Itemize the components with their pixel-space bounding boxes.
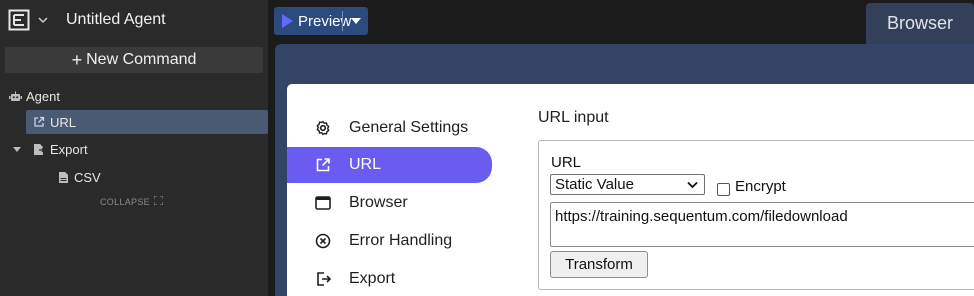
menu-item-general-settings[interactable]: General Settings [287, 110, 492, 146]
external-link-icon [314, 156, 332, 174]
menu-item-export[interactable]: Export [287, 261, 492, 296]
menu-item-label: URL [349, 156, 382, 173]
caret-down-icon[interactable] [10, 143, 24, 157]
preview-split-button: Preview [274, 7, 368, 35]
collapse-button[interactable]: COLLAPSE [100, 195, 164, 207]
robot-icon [8, 90, 22, 104]
tree-item-csv[interactable]: CSV [56, 170, 101, 185]
chevron-down-icon[interactable] [38, 13, 48, 27]
menu-item-label: General Settings [349, 119, 469, 136]
encrypt-label: Encrypt [735, 178, 786, 195]
tree-item-label: Agent [26, 89, 60, 104]
tree-item-agent[interactable]: Agent [8, 89, 60, 104]
csv-file-icon [56, 171, 70, 185]
tree-item-label: CSV [74, 170, 101, 185]
tree-item-url[interactable]: URL [26, 110, 268, 134]
external-link-icon [32, 115, 46, 129]
preview-button[interactable]: Preview [274, 7, 351, 35]
window-icon [314, 194, 332, 212]
value-type-selected: Static Value [555, 176, 634, 193]
preview-dropdown-button[interactable] [343, 18, 368, 24]
chevron-down-icon [687, 181, 698, 189]
menu-item-browser[interactable]: Browser [287, 185, 492, 221]
caret-down-icon [350, 18, 361, 24]
menu-item-url[interactable]: URL [287, 147, 492, 183]
url-input-box: URL Static Value Encrypt https://trainin… [538, 140, 974, 290]
top-bar: Preview Browser [268, 0, 974, 44]
menu-item-label: Error Handling [349, 232, 453, 249]
settings-menu: General Settings URL Browser Error Handl… [287, 84, 492, 296]
url-textarea[interactable]: https://training.sequentum.com/filedownl… [550, 202, 974, 247]
circle-x-icon [314, 232, 332, 250]
collapse-label: COLLAPSE [100, 196, 150, 207]
sidebar-header: Untitled Agent [0, 0, 268, 40]
transform-button[interactable]: Transform [550, 251, 648, 278]
agent-title[interactable]: Untitled Agent [66, 11, 166, 29]
menu-item-label: Browser [349, 194, 408, 211]
tree-item-label: Export [50, 142, 88, 157]
plus-icon: + [71, 49, 83, 70]
app-logo-icon[interactable] [8, 9, 30, 31]
file-export-icon [32, 143, 46, 157]
sidebar: Untitled Agent + New Command Agent URL E… [0, 0, 268, 296]
menu-item-label: Export [349, 270, 396, 287]
command-settings-panel: General Settings URL Browser Error Handl… [287, 84, 974, 296]
play-icon [282, 14, 293, 28]
tab-browser[interactable]: Browser [866, 3, 974, 44]
tree-item-export[interactable]: Export [10, 142, 88, 157]
gear-icon [314, 119, 332, 137]
url-field-label: URL [551, 154, 582, 171]
menu-item-error-handling[interactable]: Error Handling [287, 223, 492, 259]
url-section-title: URL input [538, 109, 609, 126]
new-command-button[interactable]: + New Command [5, 47, 263, 73]
collapse-icon [153, 195, 164, 207]
tree-item-label: URL [50, 114, 77, 130]
value-type-select[interactable]: Static Value [550, 174, 705, 195]
export-icon [314, 270, 332, 288]
new-command-label: New Command [86, 51, 197, 68]
encrypt-checkbox[interactable] [717, 183, 730, 196]
